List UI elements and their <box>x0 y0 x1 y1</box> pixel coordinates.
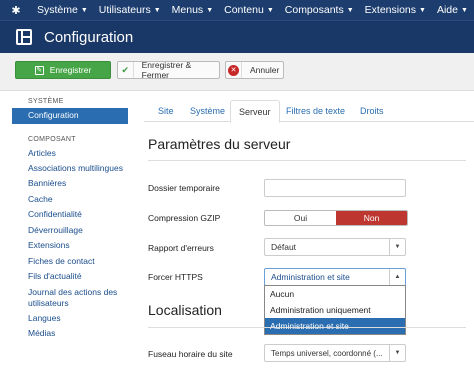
menu-content-label: Contenu <box>224 4 264 16</box>
menu-users-label: Utilisateurs <box>98 4 151 16</box>
gzip-label: Compression GZIP <box>148 213 221 223</box>
error-report-value: Défaut <box>271 242 297 252</box>
section-divider <box>148 160 466 161</box>
page-header: Configuration <box>0 20 474 53</box>
error-report-select[interactable]: Défaut ▼ <box>264 238 406 256</box>
sidebar-item-contacts[interactable]: Fiches de contact <box>12 254 128 270</box>
chevron-down-icon: ▼ <box>389 345 405 361</box>
tab-permissions[interactable]: Droits <box>360 100 384 122</box>
caret-down-icon: ▼ <box>460 6 468 14</box>
timezone-value: Temps universel, coordonné (... <box>271 348 383 358</box>
caret-down-icon: ▼ <box>346 6 354 14</box>
dropdown-option-admin-only[interactable]: Administration uniquement <box>265 302 405 318</box>
toolbar: ✎ Enregistrer ✔ Enregistrer & Fermer ✕ A… <box>0 53 474 91</box>
dropdown-option-admin-and-site[interactable]: Administration et site <box>265 318 405 334</box>
section-divider <box>148 327 466 328</box>
sidebar-item-newsfeeds[interactable]: Fils d'actualité <box>12 269 128 285</box>
sidebar-item-cache[interactable]: Cache <box>12 192 128 208</box>
equalizer-icon <box>16 29 32 45</box>
menu-users[interactable]: Utilisateurs ▼ <box>99 4 161 16</box>
menu-components-label: Composants <box>284 4 344 16</box>
top-menu-bar: ✱ Système ▼ Utilisateurs ▼ Menus ▼ Contenu ▼… <box>0 0 474 20</box>
temp-folder-input[interactable] <box>264 179 406 197</box>
sidebar-heading-system: SYSTÈME <box>28 98 64 105</box>
save-button-label: Enregistrer <box>49 65 92 75</box>
save-close-button-label: Enregistrer & Fermer <box>141 60 192 80</box>
tab-server[interactable]: Serveur <box>230 100 280 123</box>
chevron-down-icon: ▼ <box>389 239 405 255</box>
sidebar-item-banners[interactable]: Bannières <box>12 176 128 192</box>
force-https-select[interactable]: Administration et site ▲ <box>264 268 406 286</box>
sidebar-item-associations[interactable]: Associations multilingues <box>12 161 128 176</box>
sidebar-item-media[interactable]: Médias <box>12 326 128 342</box>
save-button[interactable]: ✎ Enregistrer <box>15 61 111 79</box>
sidebar-item-checkin[interactable]: Déverrouillage <box>12 223 128 239</box>
menu-menus[interactable]: Menus ▼ <box>172 4 213 16</box>
sidebar-item-extensions[interactable]: Extensions <box>12 238 128 254</box>
save-icon: ✎ <box>34 65 44 75</box>
menu-content[interactable]: Contenu ▼ <box>224 4 274 16</box>
sidebar-item-configuration[interactable]: Configuration <box>12 108 128 124</box>
sidebar-heading-component: COMPOSANT <box>28 135 76 143</box>
menu-extensions-label: Extensions <box>364 4 417 16</box>
menu-extensions[interactable]: Extensions ▼ <box>365 4 426 16</box>
timezone-select[interactable]: Temps universel, coordonné (... ▼ <box>264 344 406 362</box>
menu-system[interactable]: Système ▼ <box>37 4 88 16</box>
sidebar-item-articles[interactable]: Articles <box>12 146 128 162</box>
cancel-button-label: Annuler <box>250 65 280 75</box>
force-https-value: Administration et site <box>271 272 350 282</box>
locale-title: Localisation <box>148 302 222 318</box>
tab-system[interactable]: Système <box>190 100 225 122</box>
gzip-no-option[interactable]: Non <box>336 211 407 225</box>
menu-help-label: Aide <box>436 4 458 16</box>
caret-down-icon: ▼ <box>266 6 274 14</box>
caret-down-icon: ▼ <box>80 6 88 14</box>
server-settings-title: Paramètres du serveur <box>148 136 291 152</box>
menu-components[interactable]: Composants ▼ <box>285 4 354 16</box>
caret-down-icon: ▼ <box>153 6 161 14</box>
force-https-label: Forcer HTTPS <box>148 272 203 282</box>
sidebar-item-action-logs[interactable]: Journal des actions des utilisateurs <box>12 285 128 311</box>
sidebar: SYSTÈME Configuration COMPOSANT Articles… <box>12 98 128 342</box>
sidebar-item-languages[interactable]: Langues <box>12 311 128 327</box>
save-close-button[interactable]: ✔ Enregistrer & Fermer <box>117 60 220 80</box>
menu-help[interactable]: Aide ▼ <box>437 4 468 16</box>
caret-down-icon: ▼ <box>419 6 426 14</box>
config-tabs: Site Système Serveur Filtres de texte Dr… <box>144 98 474 123</box>
tab-text-filters[interactable]: Filtres de texte <box>286 100 345 122</box>
gzip-toggle: Oui Non <box>264 210 408 226</box>
temp-folder-label: Dossier temporaire <box>148 183 220 193</box>
timezone-label: Fuseau horaire du site <box>148 349 233 359</box>
cancel-icon: ✕ <box>226 62 242 78</box>
dropdown-option-none[interactable]: Aucun <box>265 286 405 302</box>
page-title: Configuration <box>44 28 134 46</box>
checkmark-icon: ✔ <box>118 62 134 78</box>
menu-menus-label: Menus <box>171 4 204 16</box>
sidebar-item-privacy[interactable]: Confidentialité <box>12 207 128 223</box>
error-report-label: Rapport d'erreurs <box>148 243 214 253</box>
cancel-button[interactable]: ✕ Annuler <box>225 61 284 79</box>
chevron-up-icon: ▲ <box>389 269 405 285</box>
caret-down-icon: ▼ <box>206 6 214 14</box>
joomla-logo-icon[interactable]: ✱ <box>6 0 26 20</box>
menu-system-label: Système <box>37 4 78 16</box>
gzip-yes-option[interactable]: Oui <box>265 211 336 225</box>
tab-site[interactable]: Site <box>158 100 174 122</box>
